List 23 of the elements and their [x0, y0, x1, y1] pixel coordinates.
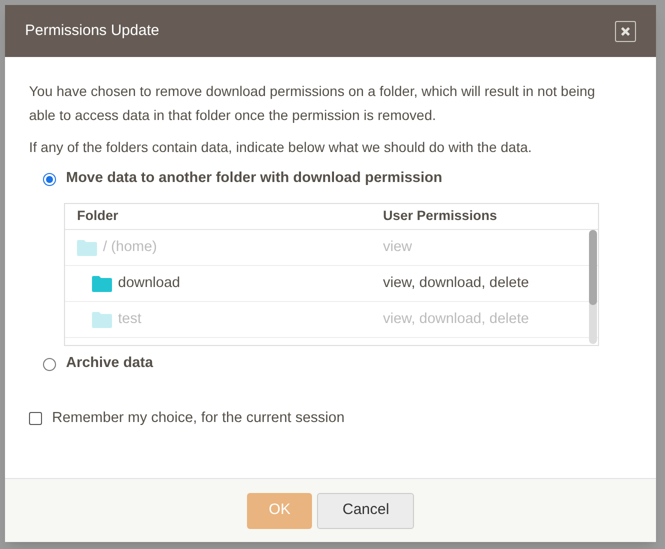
- message-text: You have chosen to remove download permissions on a folder, which will result in not being able to access data in that folder once the permission is removed.: [29, 82, 596, 125]
- radio-button[interactable]: [43, 358, 56, 370]
- permissions-text: view: [382, 238, 412, 257]
- permissions-text: view, download, delete: [382, 274, 529, 293]
- radio-button[interactable]: [43, 172, 56, 186]
- folder-name: test: [118, 310, 142, 329]
- permissions-text: view, download, delete: [382, 310, 529, 329]
- folder-icon: [77, 240, 97, 256]
- checkbox[interactable]: [29, 412, 42, 426]
- cancel-button[interactable]: Cancel: [317, 492, 414, 528]
- dialog-title: Permissions Update: [25, 20, 160, 41]
- folder-icon: [92, 276, 112, 292]
- folder-name: / (home): [103, 238, 157, 257]
- column-header: User Permissions: [382, 207, 498, 226]
- folder-icon: [92, 312, 112, 328]
- column-header: Folder: [76, 207, 120, 226]
- option-label[interactable]: Archive data: [66, 353, 154, 375]
- close-icon: [620, 26, 631, 36]
- checkbox-label[interactable]: Remember my choice, for the current session: [52, 408, 345, 430]
- close-button[interactable]: [615, 20, 636, 42]
- message-text: If any of the folders contain data, indicate below what we should do with the data.: [29, 138, 533, 157]
- option-label[interactable]: Move data to another folder with download permission: [66, 168, 442, 190]
- folder-name: download: [118, 274, 180, 293]
